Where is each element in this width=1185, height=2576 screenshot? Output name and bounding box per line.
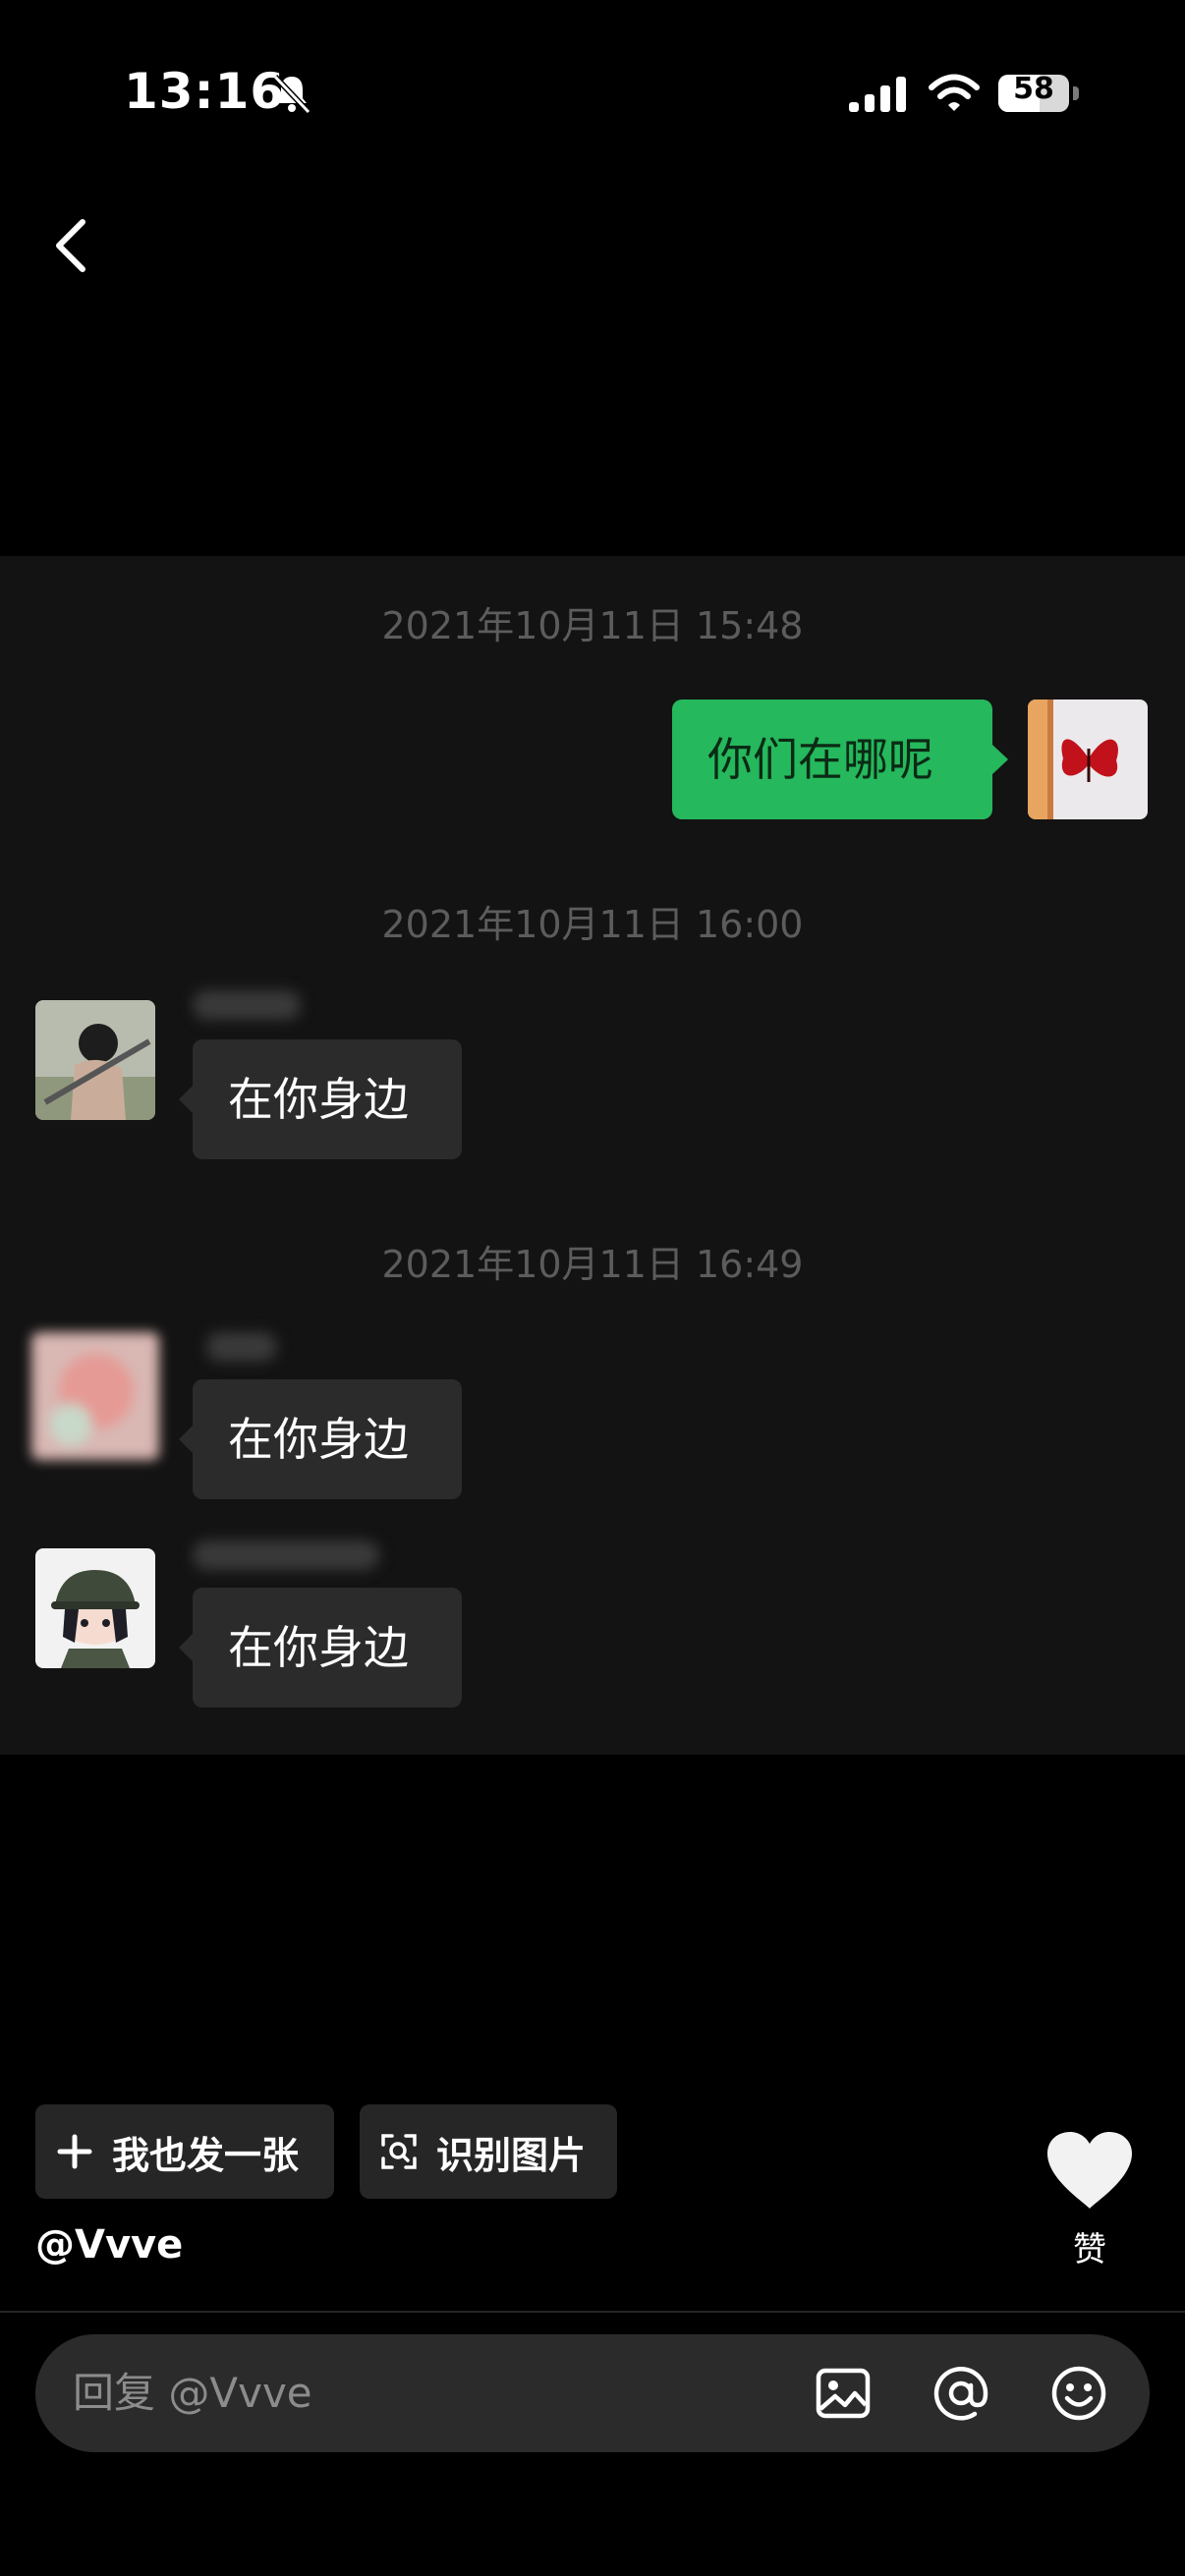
status-time: 13:16 (124, 63, 286, 120)
reply-input[interactable]: 回复 @Vvve (35, 2334, 1150, 2452)
recognize-image-button[interactable]: 识别图片 (360, 2104, 617, 2199)
divider (0, 2311, 1185, 2313)
chevron-left-icon[interactable] (39, 206, 98, 285)
like-label: 赞 (1073, 2230, 1106, 2269)
reply-placeholder: 回复 @Vvve (73, 2369, 312, 2417)
battery-level: 58 (1013, 72, 1054, 106)
scan-icon (381, 2134, 417, 2169)
sender-name-redacted (206, 1332, 277, 1362)
outgoing-message-bubble: 你们在哪呢 (672, 700, 1008, 819)
sender-name-redacted (193, 990, 301, 1020)
heart-icon[interactable] (1045, 2130, 1134, 2211)
plus-icon (57, 2134, 92, 2169)
bell-muted-icon (272, 74, 311, 115)
image-icon[interactable] (814, 2364, 873, 2423)
incoming-message-bubble: 在你身边 (179, 1588, 462, 1708)
author-name[interactable]: @Vvve (35, 2222, 183, 2268)
at-icon[interactable] (931, 2364, 990, 2423)
cellular-signal-icon (849, 77, 906, 112)
chat-screenshot[interactable]: 2021年10月11日 15:48 你们在哪呢 2021年10月11日 16:0… (0, 556, 1185, 1755)
chat-timestamp: 2021年10月11日 16:49 (381, 1243, 804, 1286)
avatar (35, 1000, 155, 1120)
emoji-icon[interactable] (1049, 2364, 1108, 2423)
status-bar: 13:16 58 (0, 0, 1185, 196)
wifi-icon (929, 74, 980, 111)
avatar (31, 1332, 159, 1460)
chat-timestamp: 2021年10月11日 16:00 (381, 903, 804, 946)
avatar (35, 1548, 155, 1668)
battery-icon: 58 (998, 71, 1079, 116)
sender-name-redacted (193, 1540, 379, 1570)
incoming-message-bubble: 在你身边 (179, 1039, 462, 1159)
chat-timestamp: 2021年10月11日 15:48 (381, 604, 804, 647)
post-one-too-button[interactable]: 我也发一张 (35, 2104, 334, 2199)
recognize-image-label: 识别图片 (436, 2133, 587, 2177)
post-one-too-label: 我也发一张 (112, 2133, 300, 2177)
incoming-message-bubble: 在你身边 (179, 1379, 462, 1499)
avatar (1028, 700, 1148, 819)
